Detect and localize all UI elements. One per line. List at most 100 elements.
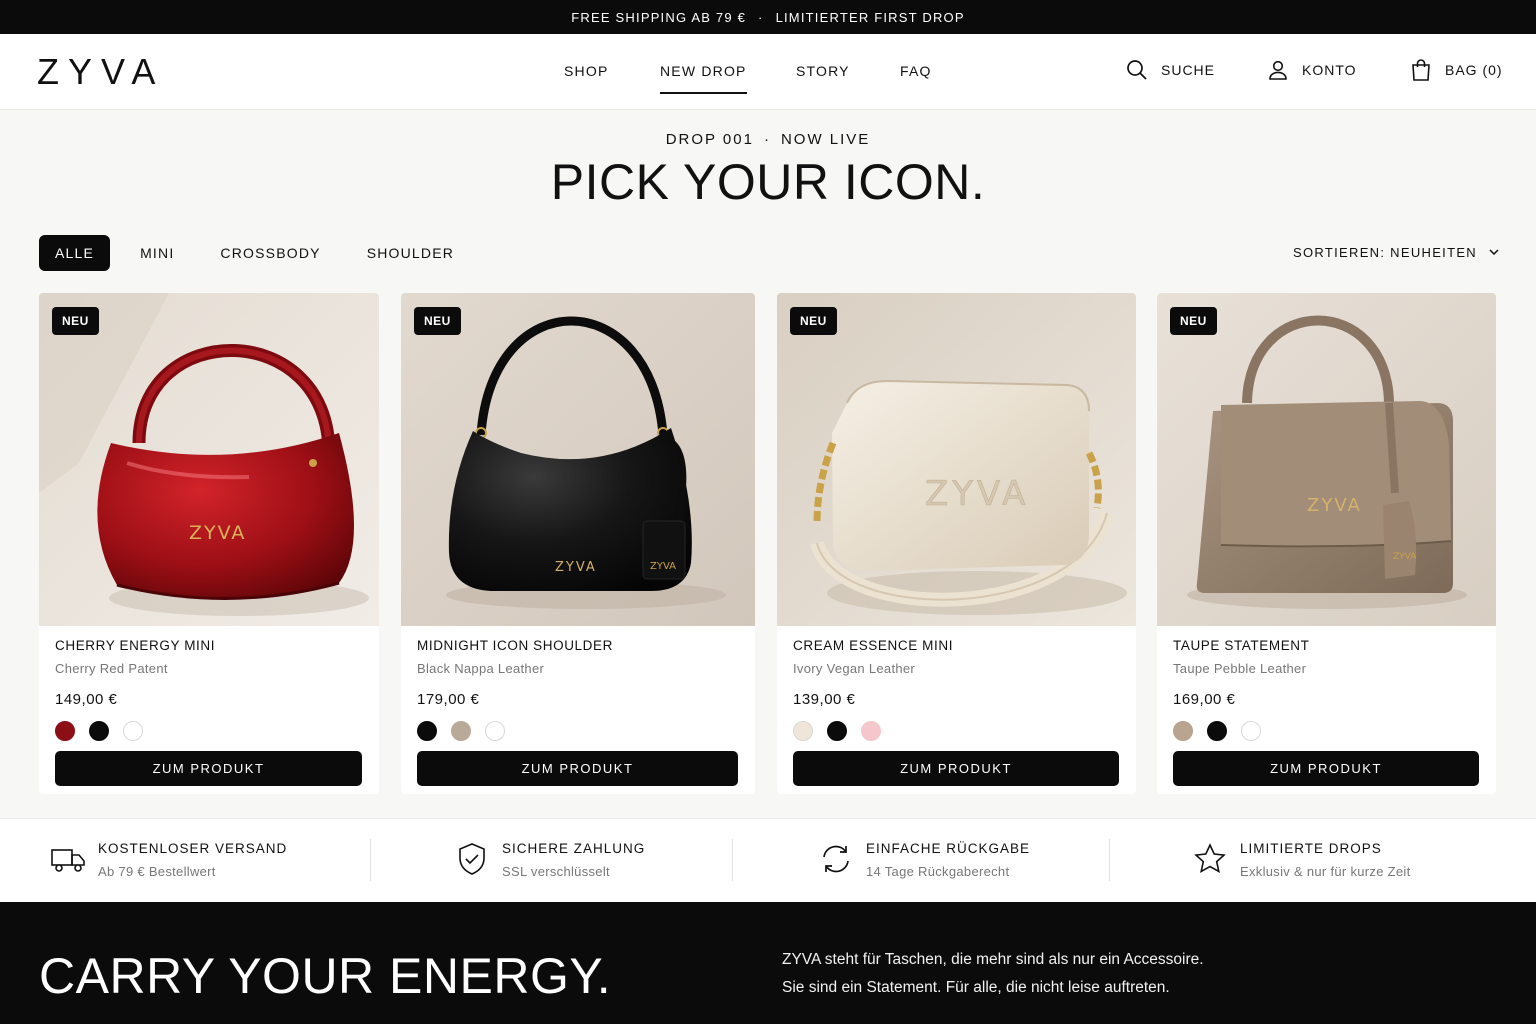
- product-brand-mark: ZYVA: [555, 560, 597, 575]
- filter-mini[interactable]: MINI: [124, 235, 190, 271]
- search-button[interactable]: SUCHE: [1125, 58, 1215, 82]
- drop-status: NOW LIVE: [780, 131, 871, 148]
- product-name[interactable]: CHERRY ENERGY MINI: [55, 638, 215, 653]
- nav-story[interactable]: STORY: [796, 63, 850, 95]
- product-image[interactable]: ZYVA ZYVA NEU: [1157, 293, 1496, 626]
- filter-shoulder[interactable]: SHOULDER: [351, 235, 470, 271]
- feature-strip: KOSTENLOSER VERSAND Ab 79 € Bestellwert …: [0, 818, 1536, 902]
- product-name[interactable]: MIDNIGHT ICON SHOULDER: [417, 638, 613, 653]
- nav-faq[interactable]: FAQ: [900, 63, 932, 95]
- feature-subtitle: SSL verschlüsselt: [502, 864, 610, 879]
- product-material: Taupe Pebble Leather: [1173, 661, 1307, 676]
- product-material: Ivory Vegan Leather: [793, 661, 916, 676]
- announcement-shipping: FREE SHIPPING AB 79 €: [571, 9, 747, 25]
- feature-shipping: KOSTENLOSER VERSAND Ab 79 € Bestellwert: [50, 839, 287, 879]
- feature-payment: SICHERE ZAHLUNG SSL verschlüsselt: [454, 839, 645, 879]
- product-brand-mark: ZYVA: [925, 474, 1029, 514]
- feature-returns: EINFACHE RÜCKGABE 14 Tage Rückgaberecht: [818, 839, 1030, 879]
- account-label: KONTO: [1302, 62, 1357, 78]
- sort-label: SORTIEREN: NEUHEITEN: [1293, 245, 1477, 260]
- product-image[interactable]: ZYVA NEU: [777, 293, 1136, 626]
- new-badge: NEU: [52, 307, 99, 335]
- divider: [1109, 839, 1110, 881]
- new-badge: NEU: [414, 307, 461, 335]
- color-swatch-pink[interactable]: [861, 721, 881, 741]
- new-badge: NEU: [1170, 307, 1217, 335]
- announcement-bar: FREE SHIPPING AB 79 € · LIMITIERTER FIRS…: [0, 0, 1536, 34]
- nav-shop[interactable]: SHOP: [564, 63, 608, 95]
- brand-description-line: Sie sind ein Statement. Für alle, die ni…: [782, 979, 1170, 996]
- search-icon: [1125, 58, 1149, 82]
- color-swatches: [55, 721, 157, 741]
- brand-headline: CARRY YOUR ENERGY.: [39, 948, 612, 1004]
- color-swatch-black[interactable]: [1207, 721, 1227, 741]
- color-swatch-red[interactable]: [55, 721, 75, 741]
- feature-title: EINFACHE RÜCKGABE: [866, 841, 1031, 856]
- product-price: 169,00 €: [1173, 691, 1236, 708]
- announcement-drop: LIMITIERTER FIRST DROP: [775, 9, 965, 25]
- divider: [732, 839, 733, 881]
- new-badge: NEU: [790, 307, 837, 335]
- search-label: SUCHE: [1161, 62, 1216, 78]
- product-image[interactable]: ZYVA NEU: [39, 293, 379, 626]
- feature-subtitle: 14 Tage Rückgaberecht: [866, 864, 1010, 879]
- shopping-bag-icon: [1409, 58, 1433, 82]
- product-card[interactable]: ZYVA ZYVA NEU TAUPE STATEMENT Taupe Pebb…: [1157, 293, 1496, 794]
- brand-statement: CARRY YOUR ENERGY. ZYVA steht für Tasche…: [0, 902, 1536, 1024]
- product-card[interactable]: ZYVA ZYVA NEU MIDNIGHT ICON SHOULDER Bla…: [401, 293, 755, 794]
- category-filters: ALLE MINI CROSSBODY SHOULDER: [39, 235, 484, 271]
- color-swatch-black[interactable]: [417, 721, 437, 741]
- shield-check-icon: [454, 841, 490, 877]
- announcement-separator: ·: [758, 9, 764, 25]
- divider: [370, 839, 371, 881]
- chevron-down-icon: [1489, 249, 1499, 256]
- brand-description: ZYVA steht für Taschen, die mehr sind al…: [782, 946, 1204, 1002]
- color-swatch-taupe[interactable]: [451, 721, 471, 741]
- feature-title: SICHERE ZAHLUNG: [502, 841, 646, 856]
- color-swatch-black[interactable]: [89, 721, 109, 741]
- view-product-button[interactable]: ZUM PRODUKT: [55, 751, 362, 786]
- hero-eyebrow: DROP 001 · NOW LIVE: [0, 131, 1536, 148]
- product-name[interactable]: CREAM ESSENCE MINI: [793, 638, 953, 653]
- color-swatch-black[interactable]: [827, 721, 847, 741]
- color-swatch-white[interactable]: [1241, 721, 1261, 741]
- product-price: 179,00 €: [417, 691, 480, 708]
- color-swatch-white[interactable]: [123, 721, 143, 741]
- feature-title: KOSTENLOSER VERSAND: [98, 841, 288, 856]
- sort-dropdown[interactable]: SORTIEREN: NEUHEITEN: [1293, 245, 1499, 260]
- bag-button[interactable]: BAG (0): [1409, 58, 1503, 82]
- product-brand-mark: ZYVA: [189, 522, 246, 544]
- drop-number: DROP 001: [665, 131, 754, 148]
- color-swatches: [417, 721, 519, 741]
- filter-crossbody[interactable]: CROSSBODY: [204, 235, 336, 271]
- feature-subtitle: Exklusiv & nur für kurze Zeit: [1240, 864, 1411, 879]
- product-material: Cherry Red Patent: [55, 661, 168, 676]
- star-icon: [1192, 841, 1228, 877]
- product-price: 149,00 €: [55, 691, 118, 708]
- product-name[interactable]: TAUPE STATEMENT: [1173, 638, 1310, 653]
- view-product-button[interactable]: ZUM PRODUKT: [1173, 751, 1479, 786]
- color-swatch-taupe[interactable]: [1173, 721, 1193, 741]
- color-swatch-cream[interactable]: [793, 721, 813, 741]
- bag-label: BAG (0): [1445, 62, 1503, 78]
- feature-drops: LIMITIERTE DROPS Exklusiv & nur für kurz…: [1192, 839, 1411, 879]
- svg-text:ZYVA: ZYVA: [1393, 552, 1417, 562]
- refresh-icon: [818, 841, 854, 877]
- color-swatches: [793, 721, 895, 741]
- truck-icon: [50, 841, 86, 877]
- color-swatches: [1173, 721, 1275, 741]
- color-swatch-white[interactable]: [485, 721, 505, 741]
- product-image[interactable]: ZYVA ZYVA NEU: [401, 293, 755, 626]
- product-card[interactable]: ZYVA NEU CHERRY ENERGY MINI Cherry Red P…: [39, 293, 379, 794]
- view-product-button[interactable]: ZUM PRODUKT: [417, 751, 738, 786]
- user-icon: [1266, 58, 1290, 82]
- account-button[interactable]: KONTO: [1266, 58, 1357, 82]
- eyebrow-separator: ·: [763, 131, 771, 148]
- product-material: Black Nappa Leather: [417, 661, 545, 676]
- product-brand-mark: ZYVA: [1307, 495, 1362, 516]
- filter-alle[interactable]: ALLE: [39, 235, 111, 271]
- svg-text:ZYVA: ZYVA: [650, 561, 676, 572]
- nav-new-drop[interactable]: NEW DROP: [660, 63, 747, 95]
- view-product-button[interactable]: ZUM PRODUKT: [793, 751, 1119, 786]
- product-card[interactable]: ZYVA NEU CREAM ESSENCE MINI Ivory Vegan …: [777, 293, 1136, 794]
